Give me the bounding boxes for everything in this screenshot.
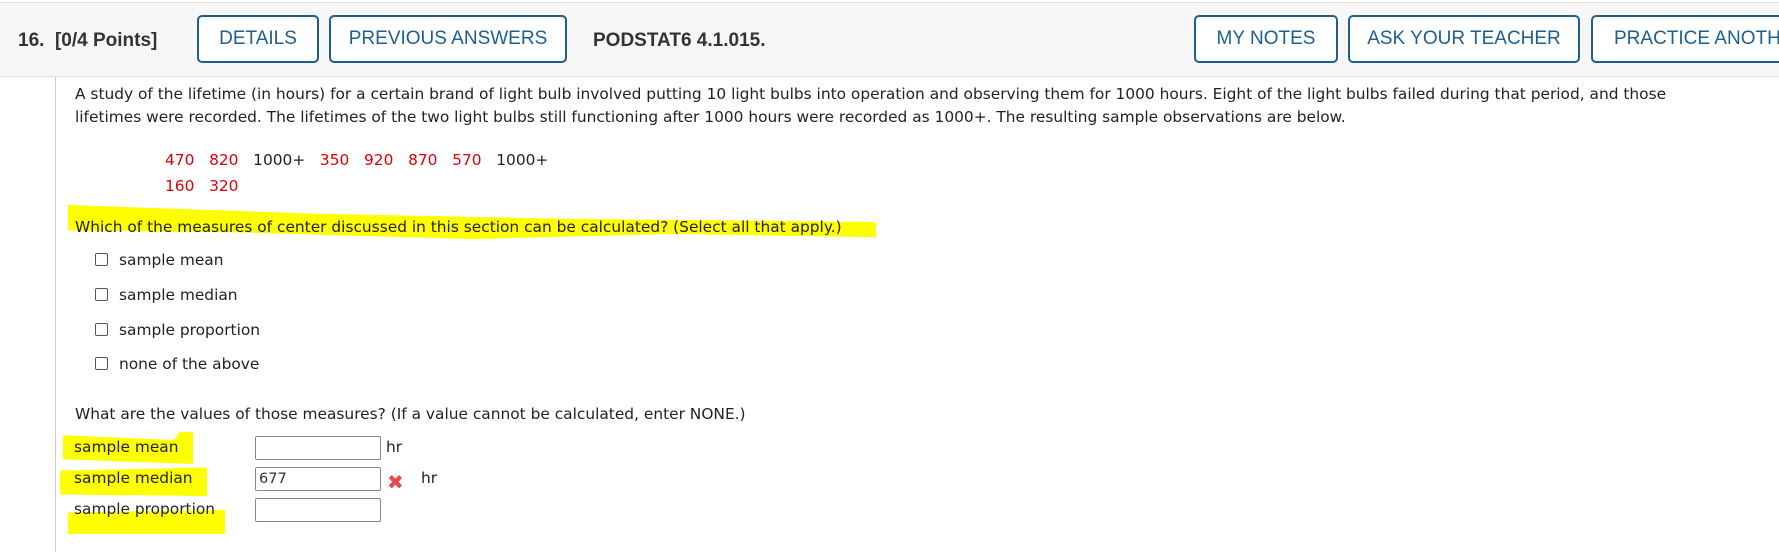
question-points: 16. [0/4 Points] [18,30,157,52]
observation: 320 [209,177,239,195]
sample-mean-input[interactable] [255,436,381,460]
unit-label: hr [386,438,403,456]
my-notes-button[interactable]: MY NOTES [1194,15,1338,63]
details-button[interactable]: DETAILS [197,15,319,63]
problem-text-line1: A study of the lifetime (in hours) for a… [75,85,1667,103]
observation: 920 [364,151,394,169]
observation: 1000+ [496,151,549,169]
checkbox-none-of-the-above[interactable] [95,357,108,370]
sample-proportion-label: sample proportion [74,500,216,518]
checkbox-sample-median[interactable] [95,288,108,301]
points: [0/4 Points] [54,30,158,51]
unit-label: hr [421,469,438,487]
observation: 350 [319,151,350,169]
sample-median-label: sample median [74,469,193,487]
option-label: sample mean [119,251,224,269]
sample-proportion-input[interactable] [255,498,381,522]
option-label: none of the above [119,355,260,373]
sample-mean-label: sample mean [74,438,179,456]
ask-teacher-button[interactable]: ASK YOUR TEACHER [1348,15,1580,63]
question-number: 16. [18,30,45,51]
question2-prompt: What are the values of those measures? (… [75,405,746,423]
sample-median-input[interactable] [255,467,381,491]
checkbox-sample-proportion[interactable] [95,323,108,336]
observations-row2: 160 320 [165,175,238,198]
question1-prompt: Which of the measures of center discusse… [75,218,842,236]
observation: 570 [452,151,482,169]
left-border [55,77,56,552]
checkbox-sample-mean[interactable] [95,253,108,266]
observation: 820 [209,151,239,169]
option-label: sample median [119,286,238,304]
option-label: sample proportion [119,321,261,339]
problem-text-line2: lifetimes were recorded. The lifetimes o… [75,108,1346,126]
observation: 870 [408,151,438,169]
practice-another-button[interactable]: PRACTICE ANOTH [1591,15,1779,63]
incorrect-icon: ✖ [387,470,404,494]
previous-answers-button[interactable]: PREVIOUS ANSWERS [329,15,567,63]
observation: 160 [165,177,195,195]
observation: 1000+ [253,151,306,169]
problem-code: PODSTAT6 4.1.015. [593,30,766,51]
observation: 470 [165,151,195,169]
observations-row1: 470 820 1000+ 350 920 870 570 1000+ [165,149,548,172]
question-header: 16. [0/4 Points] DETAILS PREVIOUS ANSWER… [0,3,1779,77]
